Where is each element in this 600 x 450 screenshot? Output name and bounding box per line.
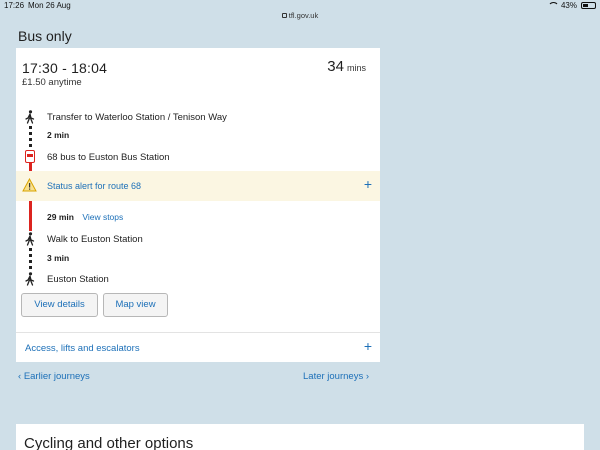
step-bus-duration-row: 29 min View stops [47,212,123,222]
status-alert[interactable]: Status alert for route 68 + [16,171,380,201]
step-transfer-duration: 2 min [47,130,70,140]
access-text: Access, lifts and escalators [25,343,140,354]
url-text: tfl.gov.uk [288,11,319,20]
plus-icon[interactable]: + [364,176,372,192]
view-details-button[interactable]: View details [21,293,98,317]
duration-unit: mins [346,63,366,73]
later-journeys-label: Later journeys [303,371,364,382]
step-destination: Euston Station [47,274,109,285]
view-stops-link[interactable]: View stops [82,212,123,222]
walk-route-line [29,248,32,270]
status-time: 17:26 [4,1,25,10]
address-bar[interactable]: tfl.gov.uk [0,11,600,20]
walk-icon [25,110,35,124]
battery-fill [583,4,588,7]
step-transfer: Transfer to Waterloo Station / Tenison W… [47,112,227,123]
walk-icon [25,272,35,286]
battery-icon [581,2,596,9]
bus-route-line [29,163,32,171]
earlier-journeys-link[interactable]: ‹ Earlier journeys [18,371,90,382]
chevron-left-icon: ‹ [18,371,22,382]
step-walk: Walk to Euston Station [47,234,143,245]
walk-icon [25,232,35,246]
alert-text: Status alert for route 68 [47,181,142,191]
chevron-right-icon: › [365,371,370,382]
step-walk-duration: 3 min [47,253,70,263]
other-options-card: Cycling and other options [16,424,584,450]
section-title: Bus only [18,28,72,44]
journey-duration: 34 mins [327,58,366,75]
later-journeys-link[interactable]: Later journeys › [303,371,369,382]
journey-times: 17:30 - 18:04 [22,60,108,76]
access-accordion[interactable]: Access, lifts and escalators + [16,332,380,362]
step-bus-duration: 29 min [47,212,74,222]
walk-route-line [29,126,32,148]
warning-icon [22,178,37,192]
bus-route-line [29,201,32,231]
journey-card: 17:30 - 18:04 £1.50 anytime 34 mins Trans… [16,48,380,362]
wifi-icon [547,2,559,9]
duration-value: 34 [327,58,344,75]
bus-icon [25,150,35,163]
lock-icon [281,13,287,18]
plus-icon[interactable]: + [364,338,372,354]
status-bar: 17:26 Mon 26 Aug tfl.gov.uk 43% [0,0,600,20]
other-options-title: Cycling and other options [24,435,194,450]
battery-percent: 43% [560,1,577,10]
status-date: Mon 26 Aug [28,1,71,10]
map-view-button[interactable]: Map view [103,293,168,317]
step-bus: 68 bus to Euston Bus Station [47,152,170,163]
journey-fare: £1.50 anytime [22,77,82,88]
earlier-journeys-label: Earlier journeys [23,371,90,382]
